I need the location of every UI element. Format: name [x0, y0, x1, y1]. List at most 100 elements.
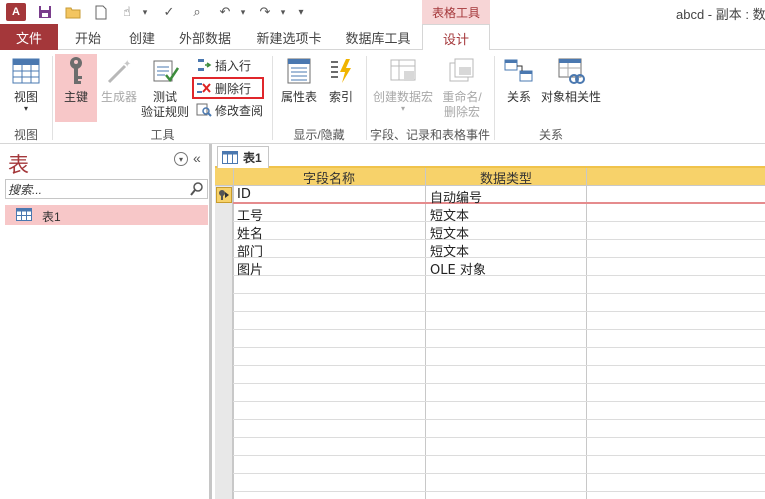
nav-item-label: 表1 [42, 210, 61, 224]
customize-qat-icon[interactable]: ▾ [292, 3, 310, 21]
redo-dropdown-icon[interactable]: ▾ [274, 3, 292, 21]
undo-dropdown-icon[interactable]: ▾ [234, 3, 252, 21]
group-label-show-hide: 显示/隐藏 [293, 128, 345, 142]
group-separator [272, 56, 273, 140]
print-preview-icon[interactable]: ⌕ [188, 3, 206, 21]
data-type-cell[interactable]: 自动编号 [430, 187, 482, 206]
primary-key-button[interactable]: 主键 [55, 54, 97, 122]
create-data-macros-button[interactable]: 创建数据宏 ▾ [370, 56, 436, 113]
open-folder-icon[interactable] [64, 3, 82, 21]
table-row[interactable] [233, 294, 765, 312]
tab-create[interactable]: 创建 [116, 24, 168, 50]
table-row[interactable] [233, 204, 765, 222]
table-row[interactable] [233, 240, 765, 258]
object-dependencies-label: 对象相关性 [540, 90, 601, 104]
delete-row-button[interactable]: 删除行 [196, 79, 251, 97]
key-icon [61, 56, 91, 86]
test-rules-label-line1: 测试 [152, 90, 177, 104]
table-row[interactable] [233, 366, 765, 384]
table-row[interactable] [233, 348, 765, 366]
rename-macro-label-line2: 删除宏 [443, 105, 480, 119]
table-row[interactable] [233, 420, 765, 438]
object-dependencies-button[interactable]: 对象相关性 [540, 56, 602, 105]
tab-file[interactable]: 文件 [0, 24, 58, 50]
group-separator [366, 56, 367, 140]
spelling-icon[interactable]: ✓ [160, 3, 178, 21]
insert-row-label: 插入行 [215, 58, 252, 73]
data-type-cell[interactable]: 短文本 [430, 223, 469, 242]
primary-key-row-indicator-icon [216, 187, 232, 203]
relationships-label: 关系 [506, 90, 531, 104]
redo-icon[interactable]: ↷ [256, 3, 274, 21]
table-row[interactable] [233, 402, 765, 420]
chevron-down-icon: ▾ [23, 104, 28, 113]
table-row[interactable] [233, 312, 765, 330]
nav-dropdown-icon[interactable]: ▾ [174, 152, 188, 166]
nav-pane-title[interactable]: 表 [8, 149, 29, 179]
indexes-button[interactable]: 索引 [324, 56, 358, 105]
relationships-button[interactable]: 关系 [500, 56, 538, 105]
property-sheet-button[interactable]: 属性表 [276, 56, 322, 105]
object-dependencies-icon [556, 56, 586, 86]
column-header-data-type[interactable]: 数据类型 [426, 168, 586, 186]
touch-mode-icon[interactable]: ☝ [118, 3, 136, 21]
property-sheet-label: 属性表 [280, 90, 317, 104]
rename-macro-icon [447, 56, 477, 86]
test-validation-rules-button[interactable]: 测试 验证规则 [140, 56, 190, 120]
builder-button[interactable]: ✦ 生成器 [98, 56, 140, 105]
svg-text:✦: ✦ [123, 59, 131, 70]
table-row[interactable] [233, 276, 765, 294]
group-separator [52, 56, 53, 140]
tab-database-tools[interactable]: 数据库工具 [336, 24, 420, 50]
table-row[interactable] [233, 222, 765, 240]
table-row[interactable] [233, 330, 765, 348]
view-button[interactable]: 视图 ▾ [4, 56, 48, 113]
data-type-cell[interactable]: OLE 对象 [430, 259, 486, 278]
modify-lookups-button[interactable]: 修改查阅 [196, 101, 263, 119]
undo-icon[interactable]: ↶ [216, 3, 234, 21]
nav-item-table1[interactable] [5, 205, 208, 225]
field-name-cell[interactable]: 部门 [237, 241, 263, 260]
document-tab-table1[interactable]: 表1 [217, 146, 269, 168]
group-label-view: 视图 [13, 128, 38, 142]
rename-delete-macro-button[interactable]: 重命名/ 删除宏 [438, 56, 486, 120]
search-icon[interactable] [189, 181, 205, 197]
delete-row-icon [196, 80, 212, 96]
field-name-cell[interactable]: ID [237, 187, 251, 202]
collapse-pane-icon[interactable]: « [193, 150, 201, 166]
insert-row-button[interactable]: 插入行 [196, 56, 251, 74]
document-tab-strip [215, 144, 765, 168]
field-name-cell[interactable]: 图片 [237, 259, 263, 278]
data-type-cell[interactable]: 短文本 [430, 241, 469, 260]
table-tools-context-label: 表格工具 [422, 0, 490, 24]
table-row[interactable] [233, 384, 765, 402]
nav-search-placeholder: 搜索... [8, 183, 43, 197]
group-label-relationships: 关系 [538, 128, 563, 142]
table-row[interactable] [233, 438, 765, 456]
view-button-label: 视图 [13, 90, 38, 104]
table-icon [222, 151, 238, 164]
lightning-index-icon [326, 56, 356, 86]
indexes-label: 索引 [328, 90, 353, 104]
chevron-down-icon: ▾ [400, 104, 405, 113]
modify-lookups-label: 修改查阅 [215, 103, 264, 118]
field-name-cell[interactable]: 姓名 [237, 223, 263, 242]
tab-home[interactable]: 开始 [62, 24, 114, 50]
table-row[interactable] [233, 456, 765, 474]
new-file-icon[interactable] [92, 3, 110, 21]
group-separator [494, 56, 495, 140]
field-name-cell[interactable]: 工号 [237, 205, 263, 224]
tab-design[interactable]: 设计 [422, 24, 490, 51]
table-row[interactable] [233, 258, 765, 276]
magic-wand-icon: ✦ [104, 56, 134, 86]
group-label-tools: 工具 [150, 128, 175, 142]
column-header-field-name[interactable]: 字段名称 [233, 168, 425, 186]
data-type-cell[interactable]: 短文本 [430, 205, 469, 224]
builder-label: 生成器 [100, 90, 137, 104]
tab-external-data[interactable]: 外部数据 [172, 24, 238, 50]
save-icon[interactable] [36, 3, 54, 21]
chevron-down-icon[interactable]: ▾ [136, 3, 154, 21]
table-row[interactable] [233, 474, 765, 492]
tab-new-tab[interactable]: 新建选项卡 [244, 24, 334, 50]
access-logo-icon: A [6, 3, 26, 21]
